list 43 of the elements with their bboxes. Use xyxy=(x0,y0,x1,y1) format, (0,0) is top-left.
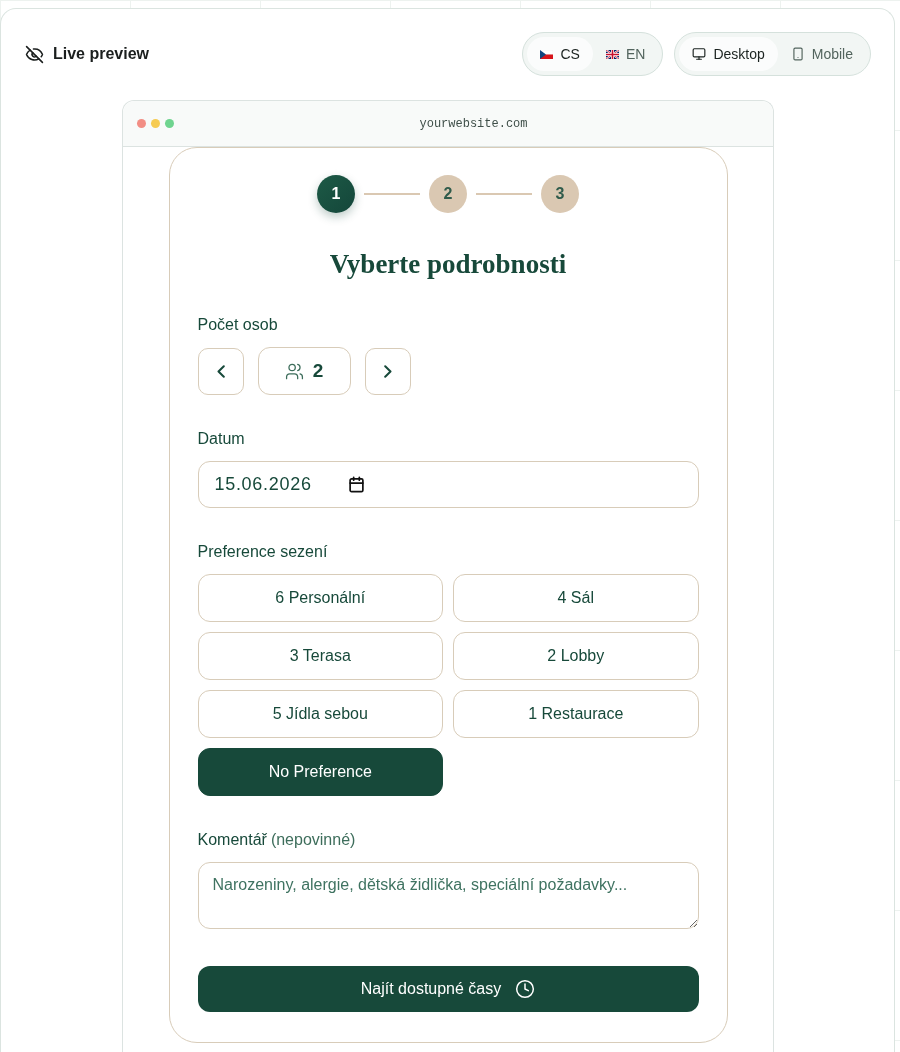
seating-option[interactable]: 1 Restaurace xyxy=(453,690,699,738)
chevron-left-icon xyxy=(216,364,225,378)
device-option[interactable]: Desktop xyxy=(679,37,778,71)
increase-button[interactable] xyxy=(364,347,411,395)
field-label: Preference sezení xyxy=(197,542,329,562)
field-label: Počet osob xyxy=(197,315,279,335)
seating-option[interactable]: 4 Sál xyxy=(453,574,699,622)
device-option[interactable]: Mobile xyxy=(777,37,866,71)
chevron-right-icon xyxy=(383,364,392,378)
step-connector xyxy=(364,193,420,195)
window-dot-icon xyxy=(165,119,174,128)
field-label: Komentář xyxy=(197,830,267,850)
date-field[interactable]: 15.06.2026 xyxy=(197,461,699,508)
step-circle: 3 xyxy=(541,175,579,213)
comment-field[interactable]: Narozeniny, alergie, dětská židlička, speciální požadavky... xyxy=(197,862,699,929)
monitor-icon xyxy=(692,47,707,61)
window-dot-icon xyxy=(137,119,146,128)
step-connector xyxy=(476,193,532,195)
url-text: yourwebsite.com xyxy=(418,116,529,131)
decrease-button[interactable] xyxy=(197,347,244,395)
field-label: Datum xyxy=(197,429,246,449)
calendar-icon xyxy=(347,476,365,493)
seating-option[interactable]: No Preference xyxy=(197,748,443,796)
british-flag-icon xyxy=(605,49,619,59)
seating-option[interactable]: 3 Terasa xyxy=(197,632,443,680)
clock-icon xyxy=(515,979,536,999)
find-times-button[interactable]: Najít dostupné časy xyxy=(197,966,699,1012)
guest-count: 2 xyxy=(257,347,351,395)
optional-hint: (nepovinné) xyxy=(270,830,356,850)
czech-flag-icon xyxy=(540,49,554,59)
language-option[interactable]: CS xyxy=(527,37,593,71)
language-option[interactable]: EN xyxy=(592,37,659,71)
seating-option[interactable]: 2 Lobby xyxy=(453,632,699,680)
phone-icon xyxy=(790,47,805,61)
step-circle: 1 xyxy=(317,175,355,213)
panel-title: Live preview xyxy=(53,45,150,63)
seating-option[interactable]: 6 Personální xyxy=(197,574,443,622)
form-title: Vyberte podrobnosti xyxy=(328,248,568,280)
people-icon xyxy=(284,361,304,381)
step-circle: 2 xyxy=(429,175,467,213)
seating-option[interactable]: 5 Jídla sebou xyxy=(197,690,443,738)
eye-off-icon xyxy=(25,44,44,64)
window-dot-icon xyxy=(151,119,160,128)
